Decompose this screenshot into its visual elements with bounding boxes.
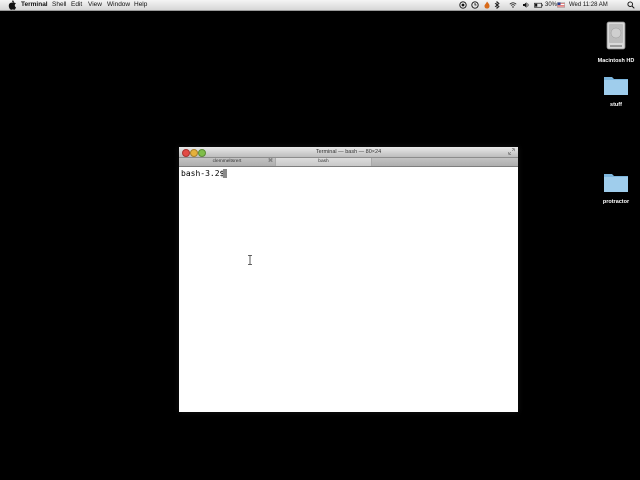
fullscreen-icon[interactable] (508, 148, 515, 155)
apple-menu-icon[interactable] (8, 0, 16, 10)
menu-shell[interactable]: Shell (52, 0, 66, 10)
ibeam-cursor-icon (248, 255, 252, 265)
menu-view[interactable]: View (88, 0, 102, 10)
desktop-icon-macintosh-hd[interactable]: Macintosh HD (594, 20, 638, 64)
window-titlebar[interactable]: Terminal — bash — 80×24 (179, 147, 518, 157)
desktop-icon-stuff[interactable]: stuff (594, 74, 638, 108)
zoom-button[interactable] (198, 149, 206, 157)
tab-bash[interactable]: bash (276, 158, 371, 166)
tab-close-icon[interactable]: ⌘ (268, 159, 273, 164)
folder-icon (604, 77, 628, 95)
menu-app-name[interactable]: Terminal (21, 0, 48, 10)
input-source-flag-icon[interactable] (557, 1, 565, 9)
shell-prompt: bash-3.2$ (181, 169, 225, 178)
text-cursor (223, 169, 227, 178)
close-button[interactable] (182, 149, 190, 157)
desktop-icon-label: Macintosh HD (597, 58, 635, 64)
flame-icon[interactable] (483, 1, 491, 9)
tab-clemmeltsrert[interactable]: clemmeltsrert ⌘ (179, 158, 275, 166)
battery-percent: 30% (545, 2, 558, 8)
minimize-button[interactable] (190, 149, 198, 157)
window-title: Terminal — bash — 80×24 (315, 149, 382, 155)
desktop-icon-label: protractor (602, 199, 630, 205)
spotlight-search-icon[interactable] (627, 1, 635, 9)
folder-icon (604, 174, 628, 192)
terminal-window: Terminal — bash — 80×24 clemmeltsrert ⌘ … (179, 147, 518, 412)
menu-edit[interactable]: Edit (71, 0, 82, 10)
desktop-icon-protractor[interactable]: protractor (594, 171, 638, 205)
tab-bar-empty (372, 158, 518, 166)
tab-label: bash (318, 159, 329, 164)
menu-bar: Terminal Shell Edit View Window Help 30% (0, 0, 640, 11)
tab-bar: clemmeltsrert ⌘ bash (179, 157, 518, 167)
clock[interactable]: Wed 11:28 AM (569, 0, 608, 10)
battery-icon[interactable] (534, 1, 543, 9)
time-machine-icon[interactable] (471, 1, 479, 9)
bluetooth-icon[interactable] (493, 1, 501, 9)
menu-help[interactable]: Help (134, 0, 147, 10)
wifi-icon[interactable] (509, 1, 517, 9)
menu-window[interactable]: Window (107, 0, 130, 10)
hard-drive-icon (606, 21, 626, 50)
terminal-content[interactable]: bash-3.2$ (179, 167, 518, 412)
screen-record-icon[interactable] (459, 1, 467, 9)
volume-icon[interactable] (522, 1, 530, 9)
desktop-icon-label: stuff (610, 102, 622, 108)
tab-label: clemmeltsrert (212, 159, 242, 164)
